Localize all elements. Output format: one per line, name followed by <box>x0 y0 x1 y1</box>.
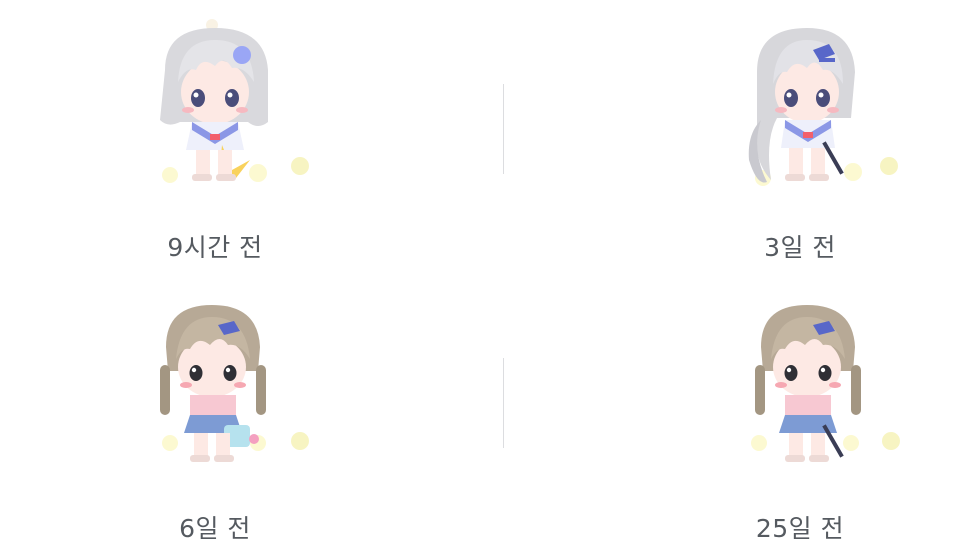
history-time-label: 3일 전 <box>764 233 836 262</box>
character-avatar-silver-long-icon[interactable] <box>735 10 915 190</box>
history-card[interactable]: 9시간 전 <box>0 0 480 277</box>
character-avatar-brown-braids-bag-icon[interactable] <box>140 295 320 475</box>
character-avatar-brown-braids-icon[interactable] <box>735 295 915 475</box>
history-card[interactable]: 25일 전 <box>495 277 975 554</box>
character-avatar-silver-bob-icon[interactable] <box>140 10 320 190</box>
history-card[interactable]: 3일 전 <box>495 0 975 277</box>
history-time-label: 6일 전 <box>179 514 251 543</box>
history-time-label: 25일 전 <box>755 514 845 543</box>
avatar-history-grid: 9시간 전 3일 전 6일 전 25일 전 <box>0 0 975 554</box>
history-time-label: 9시간 전 <box>167 233 263 262</box>
history-card[interactable]: 6일 전 <box>0 277 480 554</box>
